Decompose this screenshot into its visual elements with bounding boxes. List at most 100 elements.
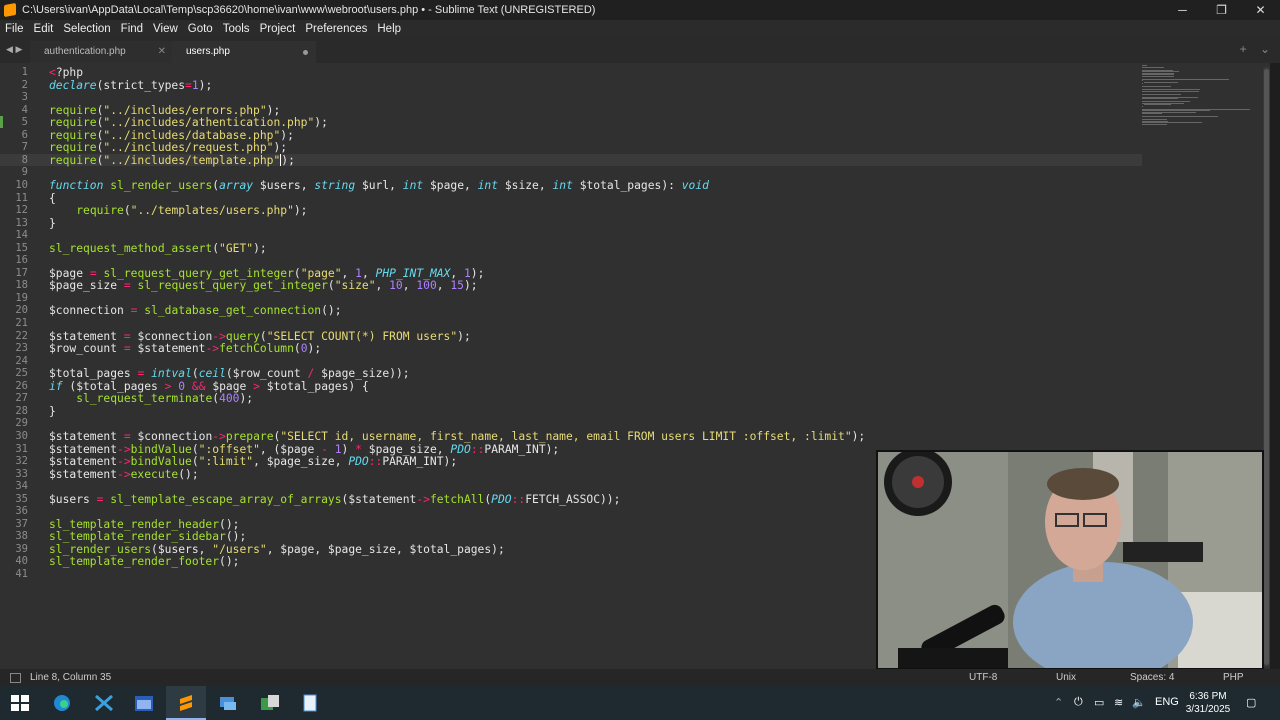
code-line[interactable]: $page_size = sl_request_query_get_intege…	[49, 279, 478, 292]
line-number: 20	[15, 304, 28, 317]
code-line[interactable]: sl_request_method_assert("GET");	[49, 242, 267, 255]
tab-prev-icon[interactable]: ◀	[6, 44, 13, 54]
remote-desktop-icon[interactable]	[218, 694, 238, 712]
code-line[interactable]: sl_render_users($users, "/users", $page,…	[49, 543, 505, 556]
language-indicator[interactable]: ENG	[1155, 696, 1179, 708]
close-button[interactable]: ✕	[1241, 3, 1280, 17]
minimap-line	[1142, 75, 1175, 77]
line-number: 8	[21, 153, 28, 166]
line-number: 4	[21, 103, 28, 116]
menu-selection[interactable]: Selection	[58, 23, 115, 35]
menu-project[interactable]: Project	[255, 23, 301, 35]
code-line[interactable]: sl_template_render_sidebar();	[49, 530, 246, 543]
encoding-indicator[interactable]: UTF-8	[969, 672, 997, 683]
code-line[interactable]: }	[49, 405, 56, 418]
tab-bar: ◀ ▶ authentication.php ✕ users.php + ⌄	[0, 37, 1280, 63]
minimap[interactable]	[1142, 63, 1262, 143]
tray-app-icon[interactable]: ⏻	[1074, 696, 1083, 709]
line-number: 6	[21, 128, 28, 141]
tab-close-icon[interactable]: ✕	[158, 41, 166, 63]
code-line[interactable]: <?php	[49, 66, 83, 79]
code-line[interactable]: require("../includes/errors.php");	[49, 104, 280, 117]
notepad-icon[interactable]	[300, 694, 320, 712]
code-line[interactable]: $connection = sl_database_get_connection…	[49, 304, 342, 317]
line-number: 18	[15, 279, 28, 292]
tab-authentication[interactable]: authentication.php ✕	[30, 41, 172, 63]
scrollbar-thumb[interactable]	[1264, 69, 1269, 665]
menu-find[interactable]: Find	[116, 23, 148, 35]
code-line[interactable]: }	[49, 217, 56, 230]
sublime-taskbar-button[interactable]	[166, 686, 206, 720]
menu-view[interactable]: View	[148, 23, 183, 35]
windows-start-icon[interactable]	[10, 694, 30, 712]
syntax-indicator[interactable]: PHP	[1223, 672, 1244, 683]
panel-toggle-icon[interactable]	[10, 673, 21, 683]
xfce-app-icon[interactable]	[94, 694, 114, 712]
clock-date: 3/31/2025	[1185, 704, 1231, 715]
calendar-app-icon[interactable]	[134, 694, 154, 712]
text-cursor	[280, 153, 282, 166]
code-line[interactable]: function sl_render_users(array $users, s…	[49, 179, 709, 192]
code-line[interactable]: $statement = $connection->prepare("SELEC…	[49, 430, 865, 443]
line-number: 38	[15, 530, 28, 543]
minimap-line	[1142, 105, 1143, 107]
code-line[interactable]: {	[49, 192, 56, 205]
tab-menu-icon[interactable]: ⌄	[1260, 42, 1270, 56]
code-line[interactable]: require("../includes/template.php");	[49, 153, 295, 167]
line-number: 37	[15, 517, 28, 530]
minimap-line	[1142, 66, 1164, 68]
minimize-button[interactable]: ─	[1163, 3, 1202, 17]
unsaved-dot-icon[interactable]	[303, 50, 308, 55]
tab-next-icon[interactable]: ▶	[15, 44, 22, 54]
line-number: 7	[21, 141, 28, 154]
taskbar: ⌃ ⏻ ▭ ≋ 🔈 ENG 6:36 PM 3/31/2025 ▢	[0, 686, 1280, 720]
code-line[interactable]: sl_template_render_header();	[49, 518, 239, 531]
line-number: 9	[21, 166, 28, 179]
line-number: 17	[15, 266, 28, 279]
menu-preferences[interactable]: Preferences	[300, 23, 372, 35]
volume-icon[interactable]: 🔈	[1132, 696, 1146, 709]
menu-goto[interactable]: Goto	[183, 23, 218, 35]
code-line[interactable]: declare(strict_types=1);	[49, 79, 212, 92]
new-tab-icon[interactable]: +	[1240, 42, 1247, 56]
title-bar: C:\Users\ivan\AppData\Local\Temp\scp3662…	[0, 0, 1280, 20]
line-endings-indicator[interactable]: Unix	[1056, 672, 1076, 683]
code-line[interactable]: $users = sl_template_escape_array_of_arr…	[49, 493, 620, 506]
menu-file[interactable]: File	[0, 23, 29, 35]
notifications-icon[interactable]: ▢	[1246, 696, 1256, 709]
tab-nav[interactable]: ◀ ▶	[6, 44, 22, 55]
code-line[interactable]: require("../includes/request.php");	[49, 141, 287, 154]
code-line[interactable]: if ($total_pages > 0 && $page > $total_p…	[49, 380, 369, 393]
code-line[interactable]: $statement = $connection->query("SELECT …	[49, 330, 471, 343]
minimap-line	[1142, 78, 1230, 80]
line-number: 30	[15, 429, 28, 442]
menu-edit[interactable]: Edit	[29, 23, 59, 35]
code-line[interactable]: require("../includes/athentication.php")…	[49, 116, 328, 129]
battery-icon[interactable]: ▭	[1094, 696, 1104, 709]
line-number: 2	[21, 78, 28, 91]
maximize-button[interactable]: ❐	[1202, 3, 1241, 17]
menu-tools[interactable]: Tools	[218, 23, 255, 35]
code-line[interactable]: $row_count = $statement->fetchColumn(0);	[49, 342, 321, 355]
edge-browser-icon[interactable]	[52, 694, 72, 712]
code-line[interactable]: $page = sl_request_query_get_integer("pa…	[49, 267, 484, 280]
code-line[interactable]: sl_template_render_footer();	[49, 555, 239, 568]
network-icon[interactable]: ≋	[1114, 696, 1123, 709]
code-line[interactable]: $statement->execute();	[49, 468, 199, 481]
code-line[interactable]: $total_pages = intval(ceil($row_count / …	[49, 367, 410, 380]
tray-overflow-icon[interactable]: ⌃	[1054, 696, 1063, 709]
tab-users[interactable]: users.php	[172, 41, 316, 63]
line-number: 5	[21, 116, 28, 129]
menu-help[interactable]: Help	[372, 23, 406, 35]
tab-label: authentication.php	[44, 46, 126, 57]
status-bar: Line 8, Column 35 UTF-8 Unix Spaces: 4 P…	[0, 669, 1280, 686]
code-line[interactable]: $statement->bindValue(":limit", $page_si…	[49, 455, 457, 468]
code-line[interactable]: require("../includes/database.php");	[49, 129, 294, 142]
clock[interactable]: 6:36 PM 3/31/2025	[1178, 690, 1238, 716]
indentation-indicator[interactable]: Spaces: 4	[1130, 672, 1174, 683]
code-line[interactable]: sl_request_terminate(400);	[49, 392, 253, 405]
minimap-line	[1142, 80, 1143, 81]
code-line[interactable]: $statement->bindValue(":offset", ($page …	[49, 443, 559, 456]
file-transfer-icon[interactable]	[260, 694, 280, 712]
code-line[interactable]: require("../templates/users.php");	[49, 204, 307, 217]
